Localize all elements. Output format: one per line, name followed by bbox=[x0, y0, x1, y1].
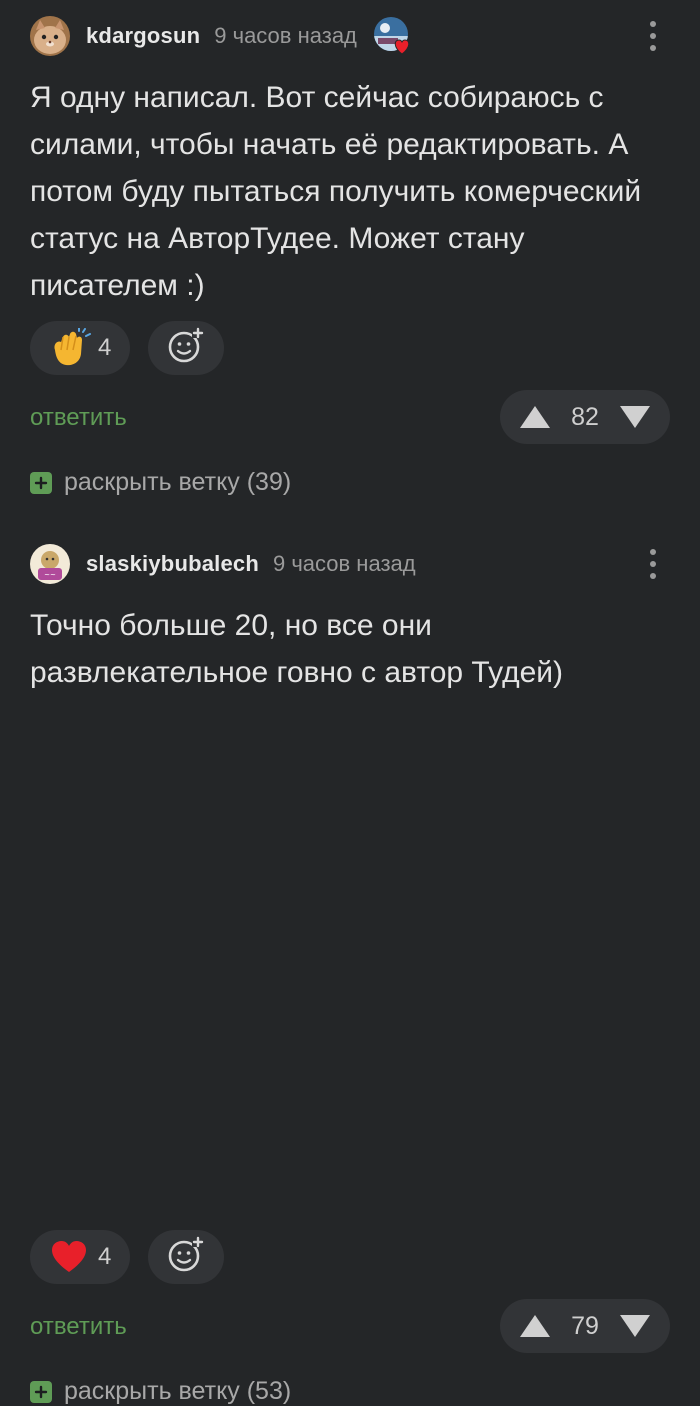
comment-text: Точно больше 20, но все они развлекатель… bbox=[30, 609, 564, 689]
reaction-count: 4 bbox=[98, 1243, 112, 1270]
award-badge-icon[interactable] bbox=[373, 16, 413, 56]
add-reaction-icon bbox=[166, 1235, 206, 1280]
expand-thread-label: раскрыть ветку (53) bbox=[64, 1377, 292, 1405]
reaction-button[interactable]: 4 bbox=[30, 321, 130, 375]
plus-icon bbox=[30, 471, 52, 494]
timestamp: 9 часов назад bbox=[272, 551, 416, 576]
username[interactable]: slaskiybubalech bbox=[86, 551, 259, 577]
avatar[interactable]: ~~ bbox=[30, 544, 70, 584]
upvote-icon[interactable] bbox=[518, 1313, 552, 1339]
add-reaction-button[interactable] bbox=[148, 321, 224, 375]
reaction-count: 4 bbox=[98, 334, 112, 361]
downvote-icon[interactable] bbox=[618, 404, 652, 430]
reply-link[interactable]: ответить bbox=[30, 1313, 127, 1341]
svg-text:~~: ~~ bbox=[44, 571, 56, 579]
heart-icon bbox=[46, 1237, 92, 1277]
downvote-icon[interactable] bbox=[618, 1313, 652, 1339]
vote-score: 79 bbox=[571, 1311, 599, 1340]
comment-header: ~~ slaskiybubalech 9 часов назад bbox=[30, 544, 416, 584]
avatar[interactable] bbox=[30, 16, 70, 56]
more-options-icon[interactable] bbox=[646, 16, 660, 56]
username[interactable]: kdargosun bbox=[86, 23, 200, 49]
reaction-button[interactable]: 4 bbox=[30, 1230, 130, 1284]
vote-control: 79 bbox=[500, 1299, 670, 1353]
vote-score: 82 bbox=[571, 402, 599, 431]
timestamp: 9 часов назад bbox=[214, 23, 357, 48]
comment-text: Я одну написал. Вот сейчас собираюсь с с… bbox=[30, 81, 642, 302]
add-reaction-icon bbox=[166, 326, 206, 371]
expand-thread-button[interactable]: раскрыть ветку (39) bbox=[30, 468, 291, 497]
add-reaction-button[interactable] bbox=[148, 1230, 224, 1284]
comment-header: kdargosun 9 часов назад bbox=[30, 16, 413, 56]
vote-control: 82 bbox=[500, 390, 670, 444]
upvote-icon[interactable] bbox=[518, 404, 552, 430]
expand-thread-label: раскрыть ветку (39) bbox=[64, 468, 292, 496]
plus-icon bbox=[30, 1380, 52, 1403]
reply-link[interactable]: ответить bbox=[30, 404, 127, 432]
expand-thread-button[interactable]: раскрыть ветку (53) bbox=[30, 1377, 291, 1406]
more-options-icon[interactable] bbox=[646, 544, 660, 584]
clap-icon bbox=[46, 328, 92, 368]
